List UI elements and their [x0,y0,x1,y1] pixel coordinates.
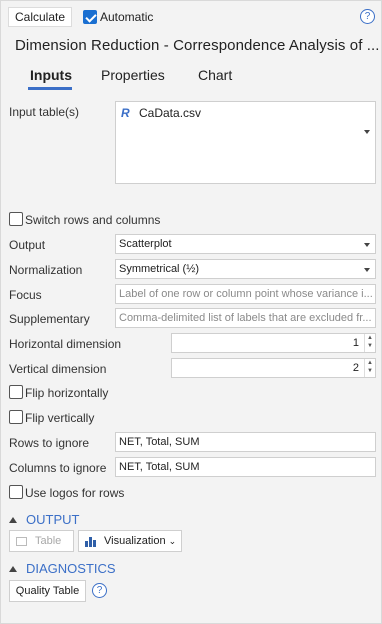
flip-horizontally-label: Flip horizontally [25,386,109,400]
output-section-header[interactable]: OUTPUT [9,512,79,527]
help-icon[interactable]: ? [92,583,107,598]
tab-inputs[interactable]: Inputs [30,67,72,83]
diagnostics-section-title: DIAGNOSTICS [26,561,116,576]
collapse-triangle-icon [9,566,17,572]
input-table-label: Input table(s) [9,105,80,119]
input-table-field[interactable]: R CaData.csv [115,101,376,184]
switch-rows-label: Switch rows and columns [25,213,161,227]
normalization-value: Symmetrical (½) [119,263,200,275]
columns-to-ignore-input[interactable]: NET, Total, SUM [115,457,376,477]
normalization-label: Normalization [9,263,83,277]
tab-chart[interactable]: Chart [198,67,232,83]
use-logos-label: Use logos for rows [25,486,125,500]
normalization-select[interactable]: Symmetrical (½) [115,259,376,279]
horizontal-dimension-label: Horizontal dimension [9,337,122,351]
toolbar: Calculate Automatic ? [1,1,382,33]
vertical-dimension-value: 2 [352,362,359,374]
output-section-title: OUTPUT [26,512,80,527]
table-button-label: Table [35,535,62,547]
table-icon [16,537,27,546]
flip-horizontally-checkbox[interactable] [9,385,23,399]
spinner-arrows-icon[interactable]: ▲ ▼ [364,359,375,377]
spinner-arrows-icon[interactable]: ▲ ▼ [364,334,375,352]
automatic-checkbox[interactable] [83,10,97,24]
supplementary-label: Supplementary [9,312,90,326]
visualization-button[interactable]: Visualization ⌄ [78,530,182,552]
input-table-item[interactable]: CaData.csv [139,106,201,120]
columns-to-ignore-label: Columns to ignore [9,461,107,475]
bar-chart-icon [85,537,97,547]
switch-rows-checkbox[interactable] [9,212,23,226]
flip-vertically-checkbox[interactable] [9,410,23,424]
automatic-label: Automatic [100,10,154,24]
quality-table-button[interactable]: Quality Table [9,580,86,602]
chevron-down-icon[interactable] [364,130,370,134]
rows-to-ignore-input[interactable]: NET, Total, SUM [115,432,376,452]
r-data-icon: R [121,106,130,120]
horizontal-dimension-stepper[interactable]: 1 ▲ ▼ [171,333,376,353]
use-logos-checkbox[interactable] [9,485,23,499]
tab-properties[interactable]: Properties [101,67,165,83]
rows-to-ignore-label: Rows to ignore [9,436,90,450]
vertical-dimension-label: Vertical dimension [9,362,107,376]
output-select[interactable]: Scatterplot [115,234,376,254]
collapse-triangle-icon [9,517,17,523]
flip-vertically-label: Flip vertically [25,411,95,425]
focus-input[interactable]: Label of one row or column point whose v… [115,284,376,304]
chevron-down-icon [364,243,370,247]
horizontal-dimension-value: 1 [352,337,359,349]
supplementary-input[interactable]: Comma-delimited list of labels that are … [115,308,376,328]
diagnostics-section-header[interactable]: DIAGNOSTICS [9,561,116,576]
calculate-button[interactable]: Calculate [8,7,72,27]
table-button[interactable]: Table [9,530,74,552]
active-tab-indicator [28,87,72,90]
output-value: Scatterplot [119,238,172,250]
focus-label: Focus [9,288,42,302]
visualization-button-label: Visualization [104,535,166,547]
page-title: Dimension Reduction - Correspondence Ana… [15,37,379,54]
vertical-dimension-stepper[interactable]: 2 ▲ ▼ [171,358,376,378]
chevron-down-icon [364,268,370,272]
help-icon[interactable]: ? [360,9,375,24]
output-label: Output [9,238,46,252]
chevron-down-icon: ⌄ [168,536,177,546]
